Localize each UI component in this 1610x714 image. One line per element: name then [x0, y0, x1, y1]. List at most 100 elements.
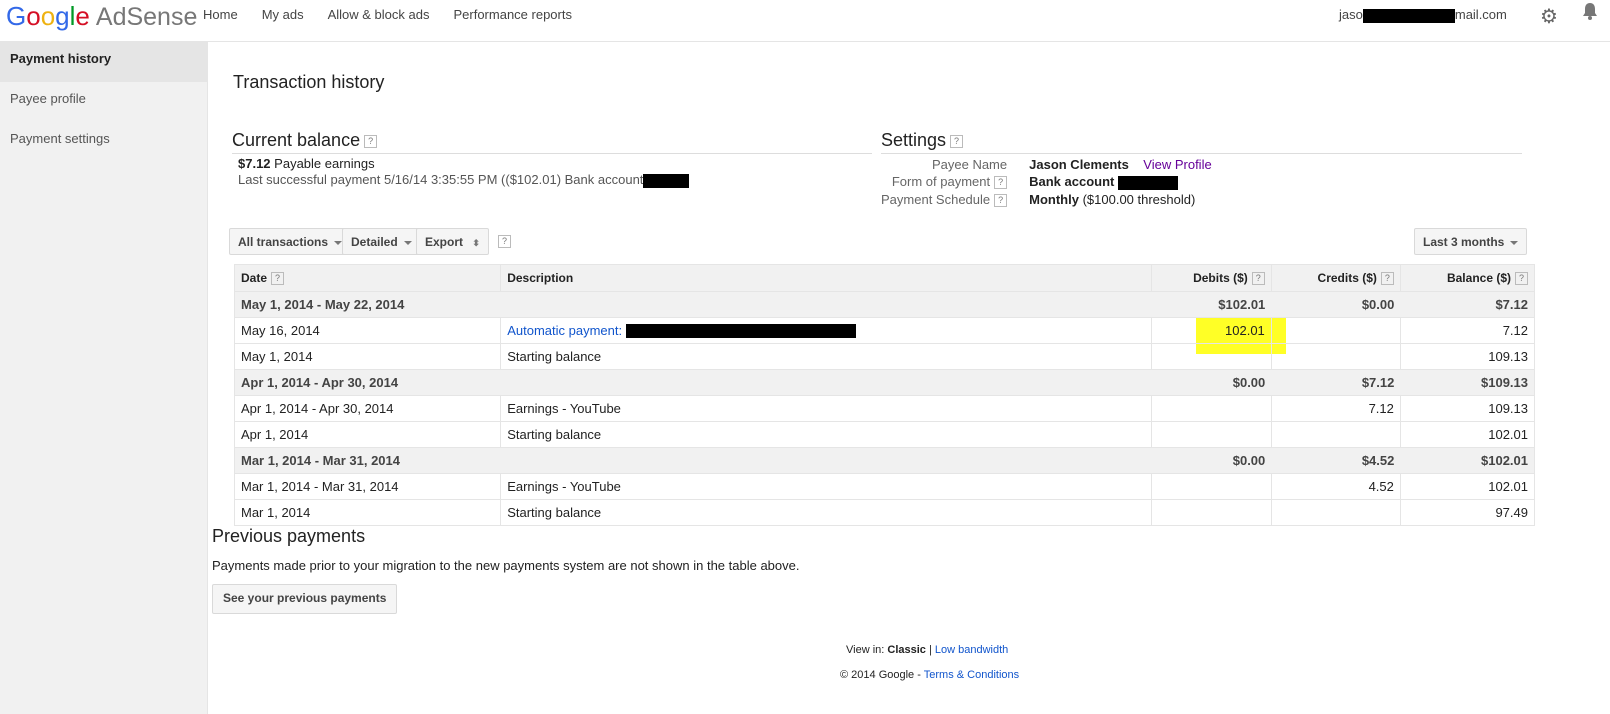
cell-credit [1270, 499, 1401, 526]
cell-credit: 7.12 [1270, 395, 1401, 422]
nav-allow-block-ads[interactable]: Allow & block ads [328, 0, 430, 30]
group-balance: $102.01 [1400, 447, 1536, 474]
nav-home[interactable]: Home [203, 0, 238, 30]
group-balance: $109.13 [1400, 369, 1536, 396]
low-bandwidth-link[interactable]: Low bandwidth [935, 644, 1008, 656]
detail-level-dropdown[interactable]: Detailed [342, 228, 421, 255]
cell-description: Earnings - YouTube [500, 395, 1152, 422]
automatic-payment-link[interactable]: Automatic payment: [507, 323, 856, 339]
cell-debit [1150, 343, 1272, 370]
date-range-dropdown[interactable]: Last 3 months [1414, 228, 1528, 255]
chevron-down-icon [1510, 240, 1519, 245]
group-credits: $0.00 [1271, 291, 1401, 318]
payee-name-label: Payee Name [931, 157, 1008, 172]
terms-link[interactable]: Terms & Conditions [924, 669, 1019, 681]
form-of-payment-label: Form of payment? [881, 174, 1013, 192]
payment-threshold: ($100.00 threshold) [1082, 191, 1196, 207]
cell-balance: 97.49 [1399, 499, 1536, 526]
group-debits: $102.01 [1151, 291, 1272, 318]
help-icon[interactable]: ? [994, 193, 1008, 207]
nav-performance-reports[interactable]: Performance reports [453, 0, 572, 30]
view-mode-footer: View in: Classic | Low bandwidth [846, 644, 1009, 656]
transactions-filter-dropdown[interactable]: All transactions [229, 228, 352, 255]
cell-debit [1150, 395, 1272, 422]
help-icon[interactable]: ? [950, 134, 964, 148]
cell-balance: 102.01 [1399, 421, 1536, 448]
payment-schedule-label: Payment Schedule? [881, 192, 1013, 209]
group-credits: $4.52 [1271, 447, 1401, 474]
cell-debit: 102.01 [1150, 317, 1272, 344]
help-icon[interactable]: ? [364, 134, 378, 148]
help-icon[interactable]: ? [271, 272, 285, 286]
cell-date: May 1, 2014 [233, 343, 502, 370]
account-email[interactable]: jaso mail.com [1339, 7, 1507, 23]
cell-description: Automatic payment: [500, 317, 1152, 344]
column-header-date[interactable]: Date? [233, 264, 502, 292]
bell-icon[interactable] [1582, 2, 1598, 20]
main-nav: Home My ads Allow & block ads Performanc… [203, 0, 596, 30]
cell-date: Apr 1, 2014 [233, 421, 502, 448]
group-period: Mar 1, 2014 - Mar 31, 2014 [234, 447, 1152, 474]
previous-payments-title: Previous payments [212, 526, 366, 546]
column-header-credits[interactable]: Credits ($)? [1270, 264, 1401, 292]
cell-balance: 109.13 [1399, 343, 1536, 370]
group-period: Apr 1, 2014 - Apr 30, 2014 [234, 369, 1152, 396]
current-balance-block: $7.12 Payable earnings Last successful p… [238, 156, 690, 188]
table-row: Apr 1, 2014 - Apr 30, 2014 Earnings - Yo… [233, 395, 1536, 422]
transactions-table: Date? Description Debits ($)? Credits ($… [233, 264, 1536, 526]
last-payment-text: Last successful payment 5/16/14 3:35:55 … [238, 172, 644, 187]
help-icon[interactable]: ? [994, 176, 1008, 190]
main-content: Transaction history Current balance? $7.… [208, 42, 1610, 714]
column-header-debits[interactable]: Debits ($)? [1150, 264, 1272, 292]
cell-date: Apr 1, 2014 - Apr 30, 2014 [233, 395, 502, 422]
group-credits: $7.12 [1271, 369, 1401, 396]
column-header-description[interactable]: Description [500, 264, 1152, 292]
help-icon[interactable]: ? [1251, 272, 1265, 286]
product-name: AdSense [95, 3, 198, 31]
sidebar-item-payment-settings[interactable]: Payment settings [0, 122, 207, 162]
column-header-balance[interactable]: Balance ($)? [1399, 264, 1536, 292]
gear-icon[interactable]: ⚙ [1540, 4, 1558, 29]
table-row: Mar 1, 2014 - Mar 31, 2014 Earnings - Yo… [233, 473, 1536, 500]
settings-table: Payee Name Jason Clements View Profile F… [881, 157, 1212, 209]
previous-payments-text: Payments made prior to your migration to… [212, 558, 800, 573]
adsense-logo[interactable]: Google AdSense [6, 1, 197, 32]
cell-credit [1270, 343, 1401, 370]
chevron-down-icon [334, 240, 343, 245]
group-balance: $7.12 [1400, 291, 1536, 318]
cell-debit [1150, 473, 1272, 500]
payment-schedule-value: Monthly [1029, 191, 1079, 207]
sidebar-item-payee-profile[interactable]: Payee profile [0, 82, 207, 122]
export-dropdown[interactable]: Export ⬍ [416, 228, 489, 255]
copyright-footer: © 2014 Google - Terms & Conditions [840, 669, 1020, 681]
table-group-row: Apr 1, 2014 - Apr 30, 2014 $0.00 $7.12 $… [234, 369, 1536, 396]
see-previous-payments-button[interactable]: See your previous payments [212, 584, 398, 614]
cell-credit [1270, 421, 1401, 448]
cell-debit [1150, 499, 1272, 526]
table-group-row: May 1, 2014 - May 22, 2014 $102.01 $0.00… [234, 291, 1536, 318]
form-of-payment-value: Bank account [1029, 174, 1115, 189]
payee-name: Jason Clements [1029, 157, 1129, 172]
chevron-down-icon [403, 240, 412, 245]
cell-credit: 4.52 [1270, 473, 1401, 500]
cell-description: Starting balance [500, 421, 1152, 448]
help-icon[interactable]: ? [1515, 272, 1528, 286]
nav-my-ads[interactable]: My ads [262, 0, 304, 30]
cell-date: Mar 1, 2014 [233, 499, 502, 526]
cell-description: Starting balance [500, 343, 1152, 370]
cell-debit [1150, 421, 1272, 448]
cell-date: May 16, 2014 [233, 317, 502, 344]
up-down-icon: ⬍ [472, 238, 480, 248]
group-period: May 1, 2014 - May 22, 2014 [234, 291, 1152, 318]
classic-view: Classic [887, 644, 926, 656]
copyright-text: © 2014 Google [840, 669, 915, 681]
table-row: May 16, 2014 Automatic payment: 102.01 7… [233, 317, 1536, 344]
view-profile-link[interactable]: View Profile [1143, 157, 1211, 172]
cell-date: Mar 1, 2014 - Mar 31, 2014 [233, 473, 502, 500]
help-icon[interactable]: ? [498, 235, 511, 248]
current-balance-title: Current balance? [232, 130, 872, 154]
table-row: May 1, 2014 Starting balance 109.13 [233, 343, 1536, 370]
help-icon[interactable]: ? [1380, 272, 1394, 286]
cell-balance: 7.12 [1399, 317, 1536, 344]
sidebar-item-payment-history[interactable]: Payment history [0, 42, 207, 82]
